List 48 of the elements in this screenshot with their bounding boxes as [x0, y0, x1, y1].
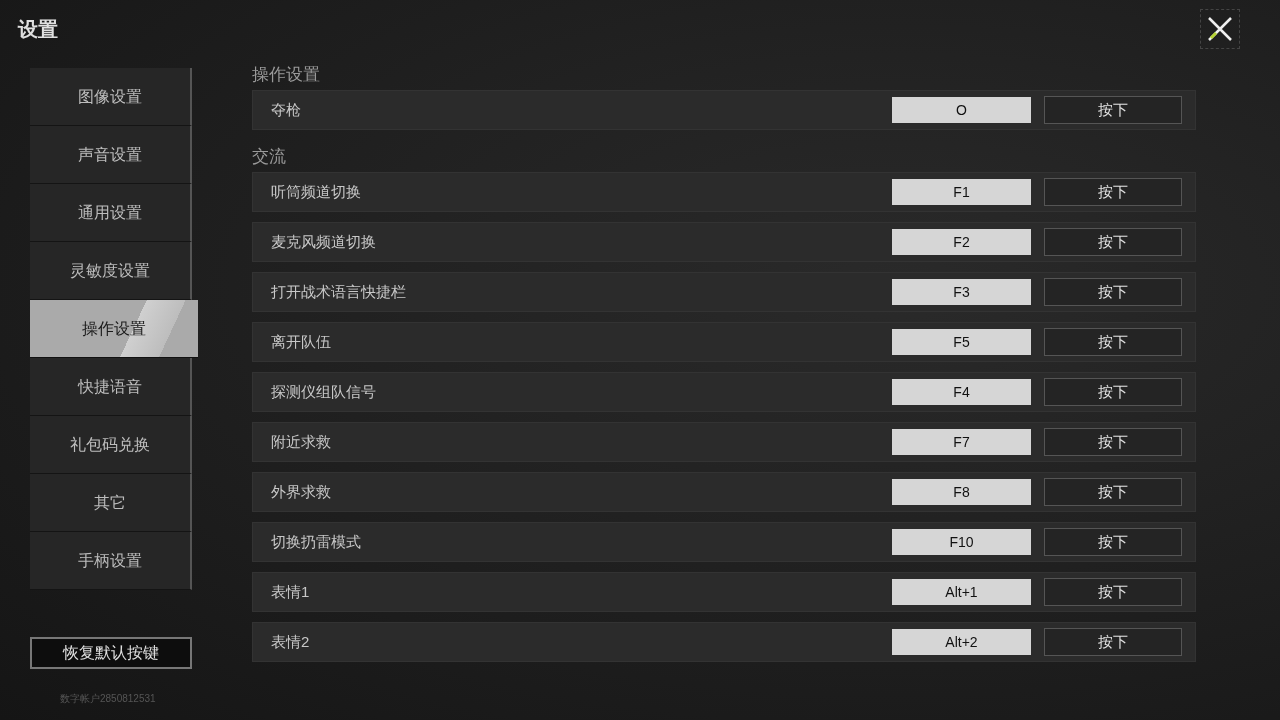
key-field[interactable]: F10: [892, 529, 1031, 555]
key-field[interactable]: F4: [892, 379, 1031, 405]
press-button[interactable]: 按下: [1044, 628, 1182, 656]
action-label: 附近求救: [271, 431, 332, 452]
sidebar-tab[interactable]: 声音设置: [30, 126, 192, 184]
action-label: 切换扔雷模式: [271, 531, 362, 552]
action-label: 听筒频道切换: [271, 181, 362, 202]
sidebar-tab[interactable]: 礼包码兑换: [30, 416, 192, 474]
action-label: 夺枪: [271, 99, 302, 120]
press-button[interactable]: 按下: [1044, 278, 1182, 306]
section-title: 交流: [252, 146, 287, 168]
press-button[interactable]: 按下: [1044, 378, 1182, 406]
key-field[interactable]: F8: [892, 479, 1031, 505]
key-field[interactable]: F2: [892, 229, 1031, 255]
press-button[interactable]: 按下: [1044, 178, 1182, 206]
key-field[interactable]: Alt+1: [892, 579, 1031, 605]
press-button[interactable]: 按下: [1044, 428, 1182, 456]
key-field[interactable]: O: [892, 97, 1031, 123]
action-label: 表情2: [271, 631, 311, 652]
page-title: 设置: [18, 17, 58, 42]
sidebar-tab[interactable]: 手柄设置: [30, 532, 192, 590]
sidebar-tab[interactable]: 灵敏度设置: [30, 242, 192, 300]
press-button[interactable]: 按下: [1044, 478, 1182, 506]
restore-defaults-button[interactable]: 恢复默认按键: [30, 637, 192, 669]
sidebar-tab[interactable]: 操作设置: [30, 300, 198, 358]
key-field[interactable]: Alt+2: [892, 629, 1031, 655]
close-icon: [1207, 16, 1233, 42]
key-field[interactable]: F7: [892, 429, 1031, 455]
sidebar-tab[interactable]: 其它: [30, 474, 192, 532]
sidebar-tab[interactable]: 快捷语音: [30, 358, 192, 416]
press-button[interactable]: 按下: [1044, 328, 1182, 356]
press-button[interactable]: 按下: [1044, 528, 1182, 556]
press-button[interactable]: 按下: [1044, 228, 1182, 256]
action-label: 探测仪组队信号: [271, 381, 377, 402]
action-label: 打开战术语言快捷栏: [271, 281, 407, 302]
section-title: 操作设置: [252, 64, 321, 86]
sidebar-tab[interactable]: 图像设置: [30, 68, 192, 126]
action-label: 麦克风频道切换: [271, 231, 377, 252]
action-label: 表情1: [271, 581, 311, 602]
press-button[interactable]: 按下: [1044, 96, 1182, 124]
close-button[interactable]: [1200, 9, 1240, 49]
press-button[interactable]: 按下: [1044, 578, 1182, 606]
key-field[interactable]: F5: [892, 329, 1031, 355]
action-label: 外界求救: [271, 481, 332, 502]
action-label: 离开队伍: [271, 331, 332, 352]
sidebar-tab[interactable]: 通用设置: [30, 184, 192, 242]
key-field[interactable]: F3: [892, 279, 1031, 305]
key-field[interactable]: F1: [892, 179, 1031, 205]
